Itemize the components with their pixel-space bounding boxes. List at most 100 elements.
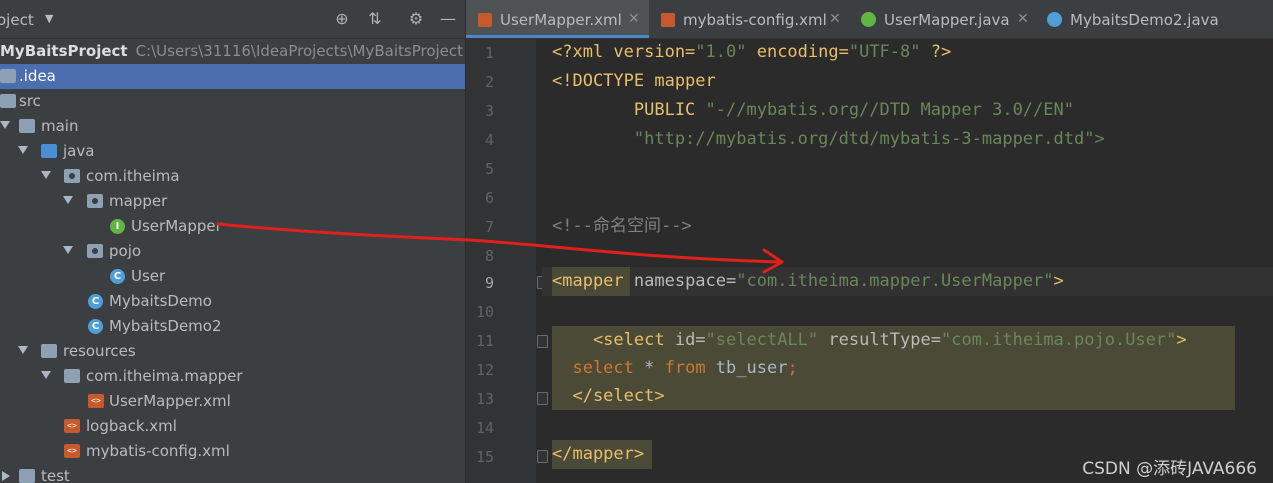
tab-usermapper-java[interactable]: UserMapper.java ✕ <box>849 0 1037 38</box>
line-number: 12 <box>475 361 494 379</box>
watermark: CSDN @添砖JAVA666 <box>1082 459 1257 479</box>
tree-item-label: UserMapper.xml <box>109 392 231 410</box>
tree-item-label: src <box>19 92 41 110</box>
tree-item-com-itheima[interactable]: com.itheima <box>0 164 465 189</box>
source-folder-icon <box>41 144 57 158</box>
close-icon[interactable]: ✕ <box>829 11 841 27</box>
runnable-class-icon: C <box>88 294 103 309</box>
line-number: 2 <box>484 73 494 91</box>
locate-target-icon[interactable]: ⊕ <box>332 9 352 29</box>
resources-folder-icon <box>41 344 57 358</box>
tab-label: UserMapper.xml <box>500 11 622 29</box>
folder-icon <box>0 69 16 83</box>
tree-item-mybaitsdemo[interactable]: C MybaitsDemo <box>0 289 465 314</box>
tree-item-label: MyBaitsProject <box>0 42 128 60</box>
line-number-gutter: 1 2 3 4 5 6 7 8 9 10 11 12 13 14 15 <box>466 38 548 483</box>
tab-label: UserMapper.java <box>884 11 1010 29</box>
line-number: 13 <box>475 390 494 408</box>
tree-item-logback-xml[interactable]: <> logback.xml <box>0 414 465 439</box>
tree-item-label: User <box>131 267 166 285</box>
minimize-icon[interactable]: — <box>438 9 458 29</box>
line-number: 5 <box>484 160 494 178</box>
expand-arrow-icon[interactable] <box>18 346 28 354</box>
tree-item-idea[interactable]: .idea <box>0 64 465 89</box>
code-line-11: <select id="selectALL" resultType="com.i… <box>552 330 1187 350</box>
tree-item-test[interactable]: test <box>0 464 465 483</box>
line-number: 14 <box>475 419 494 437</box>
tree-item-label: logback.xml <box>86 417 177 435</box>
tree-item-label: test <box>41 467 70 483</box>
tree-item-label: resources <box>63 342 136 360</box>
code-line-7: <!--命名空间--> <box>552 216 692 236</box>
folder-icon <box>0 94 16 108</box>
tree-item-main[interactable]: main <box>0 114 465 139</box>
code-line-1: <?xml version="1.0" encoding="UTF-8" ?> <box>552 42 952 62</box>
interface-icon: I <box>110 219 125 234</box>
interface-icon <box>861 12 876 27</box>
line-number: 10 <box>475 303 494 321</box>
expand-arrow-icon[interactable] <box>0 121 10 129</box>
code-line-9: <mapper namespace="com.itheima.mapper.Us… <box>552 271 1064 291</box>
package-icon <box>64 169 80 183</box>
expand-arrow-icon[interactable] <box>41 371 51 379</box>
expand-arrow-icon[interactable] <box>63 196 73 204</box>
runnable-class-icon <box>1047 12 1062 27</box>
tree-item-label: com.itheima.mapper <box>86 367 243 385</box>
tree-item-mybatis-config-xml[interactable]: <> mybatis-config.xml <box>0 439 465 464</box>
tab-label: mybatis-config.xml <box>683 11 827 29</box>
expand-arrow-icon[interactable] <box>41 171 51 179</box>
tree-item-java[interactable]: java <box>0 139 465 164</box>
tree-item-mybaitsdemo2[interactable]: C MybaitsDemo2 <box>0 314 465 339</box>
package-icon <box>87 194 103 208</box>
tree-item-label: mybatis-config.xml <box>86 442 230 460</box>
code-editor: UserMapper.xml ✕ mybatis-config.xml ✕ Us… <box>466 0 1273 483</box>
close-icon[interactable]: ✕ <box>628 11 640 27</box>
code-area[interactable]: <?xml version="1.0" encoding="UTF-8" ?> … <box>542 38 1273 483</box>
tree-item-user[interactable]: C User <box>0 264 465 289</box>
expand-arrow-icon[interactable] <box>18 146 28 154</box>
collapse-all-icon[interactable]: ⇅ <box>365 9 385 29</box>
tree-item-label: main <box>41 117 79 135</box>
tab-mybaitsdemo2-java[interactable]: MybaitsDemo2.java <box>1037 0 1237 38</box>
tree-item-usermapper-xml[interactable]: <> UserMapper.xml <box>0 389 465 414</box>
tab-mybatis-config-xml[interactable]: mybatis-config.xml ✕ <box>649 0 849 38</box>
project-path: C:\Users\31116\IdeaProjects\MyBaitsProje… <box>135 42 464 60</box>
line-number: 6 <box>484 189 494 207</box>
tree-item-label: pojo <box>109 242 142 260</box>
folder-icon <box>19 119 35 133</box>
code-line-2: <!DOCTYPE mapper <box>552 71 716 91</box>
folder-icon <box>64 369 80 383</box>
code-line-3: PUBLIC "-//mybatis.org//DTD Mapper 3.0//… <box>552 100 1074 120</box>
tab-usermapper-xml[interactable]: UserMapper.xml ✕ <box>466 0 649 38</box>
code-line-13: </select> <box>552 386 665 406</box>
tree-item-mapper[interactable]: mapper <box>0 189 465 214</box>
line-number: 7 <box>484 218 494 236</box>
chevron-down-icon[interactable]: ▼ <box>45 12 53 25</box>
line-number: 4 <box>484 131 494 149</box>
tree-item-project-root[interactable]: MyBaitsProject C:\Users\31116\IdeaProject… <box>0 39 465 64</box>
xml-file-icon: <> <box>64 444 80 458</box>
expand-arrow-icon[interactable] <box>63 246 73 254</box>
tree-item-label: UserMapper <box>131 217 222 235</box>
line-number: 1 <box>484 44 494 62</box>
package-icon <box>87 244 103 258</box>
collapse-arrow-icon[interactable] <box>2 471 10 481</box>
xml-file-icon <box>478 13 492 27</box>
project-panel-title[interactable]: oject <box>0 11 34 29</box>
xml-file-icon: <> <box>64 419 80 433</box>
tree-item-label: mapper <box>109 192 168 210</box>
tree-item-label: MybaitsDemo2 <box>109 317 222 335</box>
tree-item-resources[interactable]: resources <box>0 339 465 364</box>
code-line-4: "http://mybatis.org/dtd/mybatis-3-mapper… <box>552 129 1105 149</box>
tree-item-com-itheima-mapper[interactable]: com.itheima.mapper <box>0 364 465 389</box>
tree-item-src[interactable]: src <box>0 89 465 114</box>
line-number: 15 <box>475 448 494 466</box>
tree-item-label: MybaitsDemo <box>109 292 212 310</box>
tree-item-pojo[interactable]: pojo <box>0 239 465 264</box>
gear-icon[interactable]: ⚙ <box>406 9 426 29</box>
xml-file-icon <box>661 13 675 27</box>
close-icon[interactable]: ✕ <box>1017 11 1029 27</box>
folder-icon <box>19 469 35 483</box>
runnable-class-icon: C <box>88 319 103 334</box>
tree-item-usermapper[interactable]: I UserMapper <box>0 214 465 239</box>
